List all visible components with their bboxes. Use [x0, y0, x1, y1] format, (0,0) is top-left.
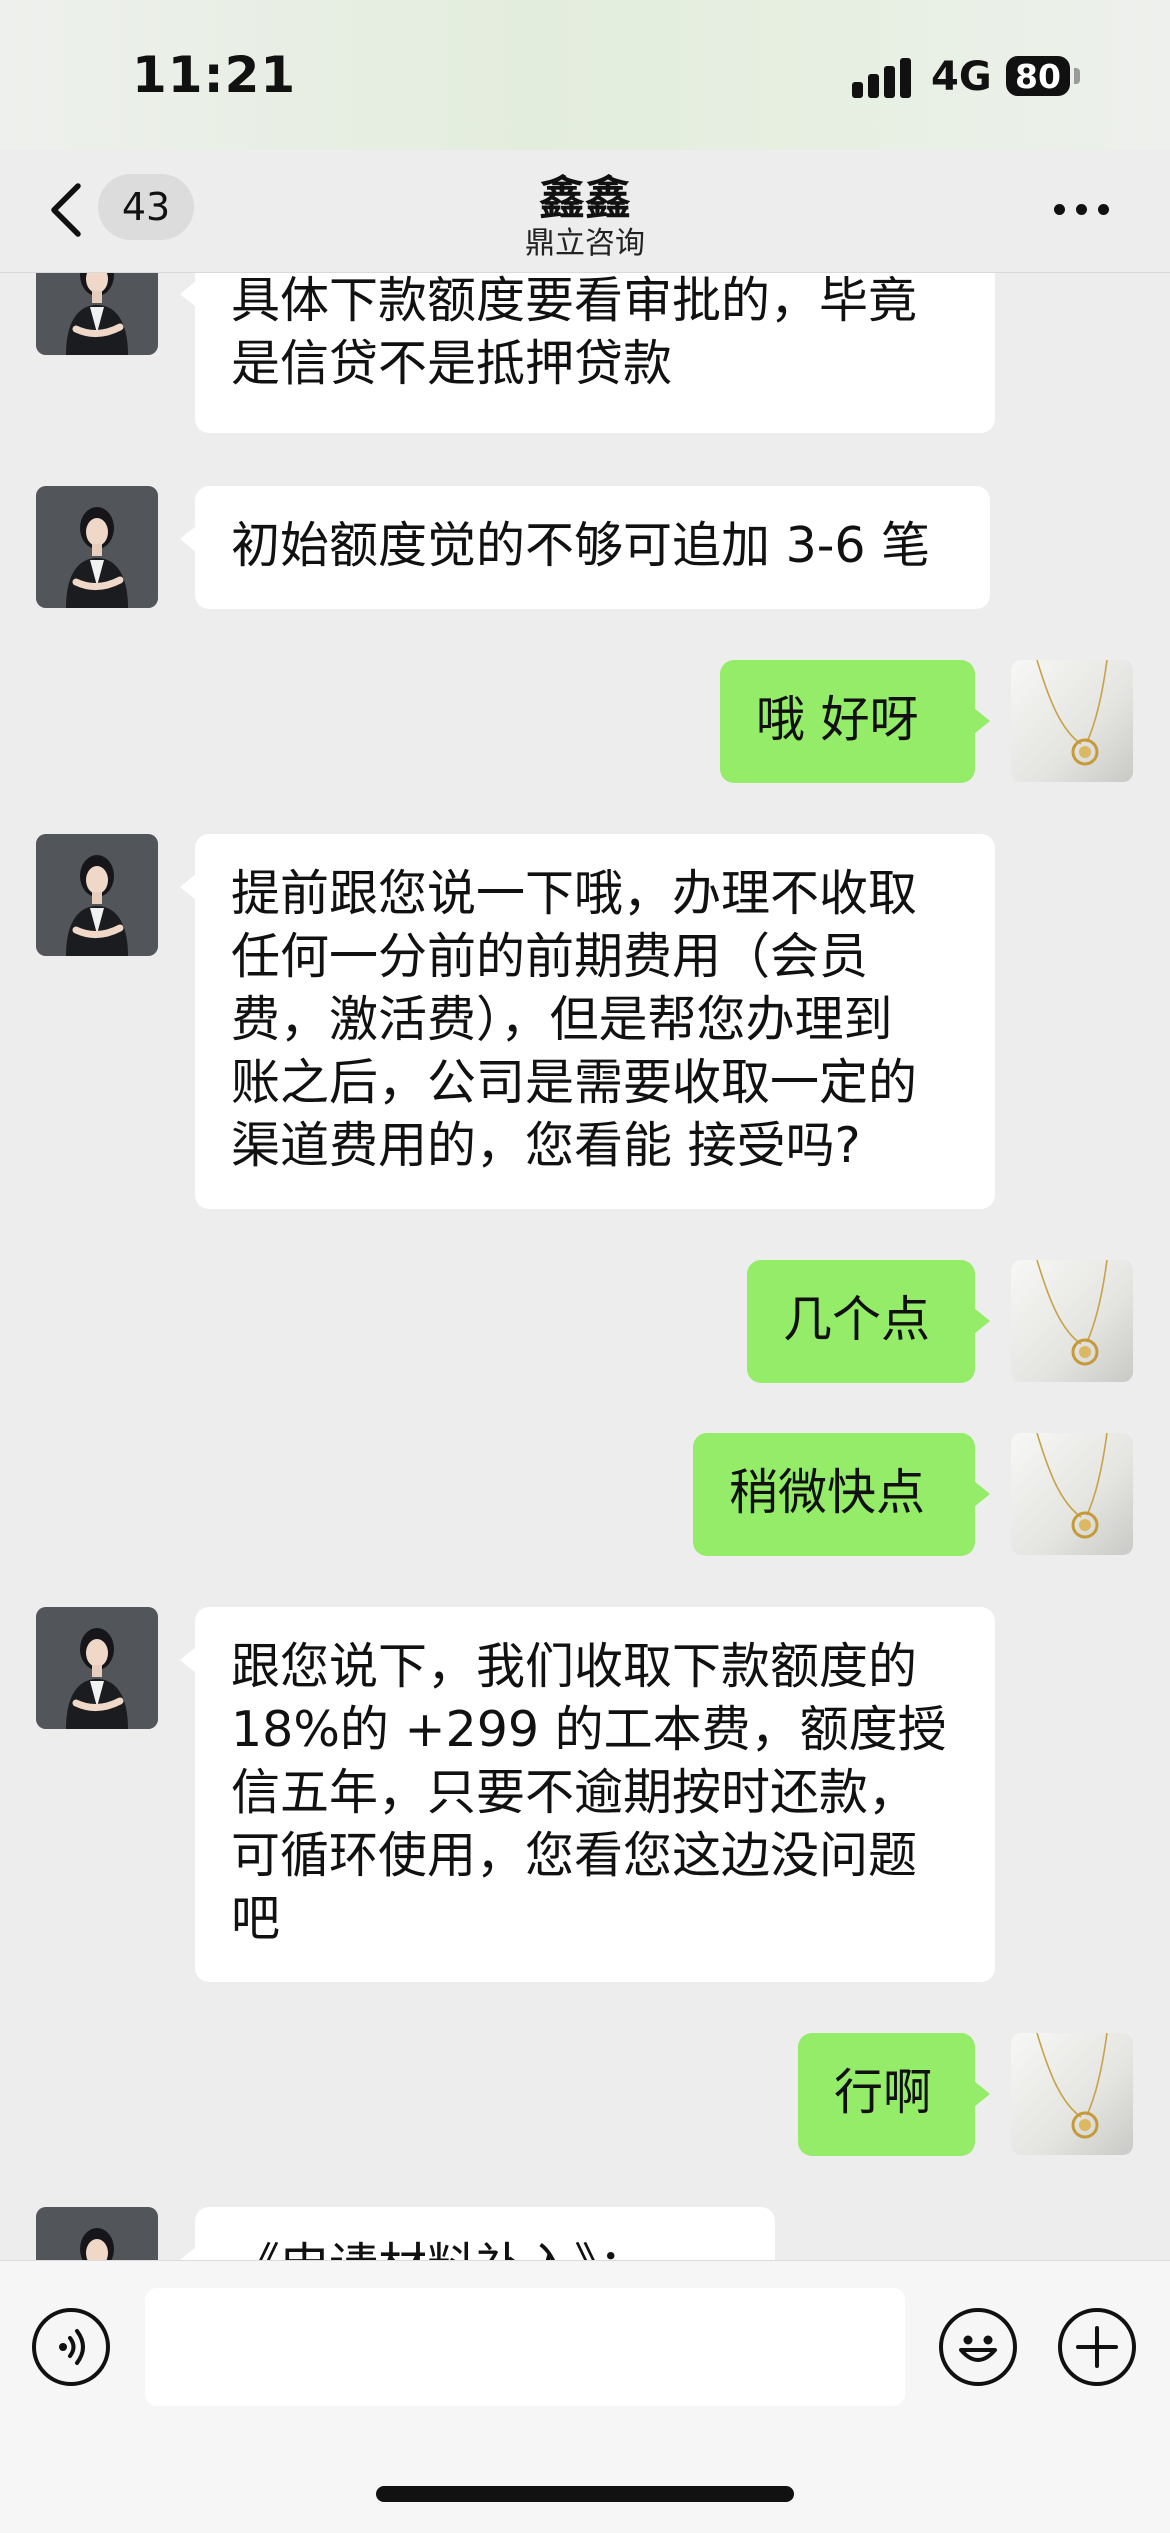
signal-icon — [852, 58, 918, 98]
contact-avatar[interactable] — [36, 486, 158, 608]
received-message[interactable]: 提前跟您说一下哦，办理不收取 任何一分前的前期费用（会员 费，激活费），但是帮您… — [180, 834, 995, 1209]
battery-level: 80 — [1015, 56, 1061, 96]
status-bar: 11:21 4G 80 — [0, 0, 1170, 150]
received-message[interactable]: 《申请材料补入》： — [180, 2207, 775, 2260]
sent-message[interactable]: 哦 好呀 — [720, 660, 990, 783]
sent-message[interactable]: 行啊 — [798, 2033, 990, 2156]
contact-avatar[interactable] — [36, 1607, 158, 1729]
network-type: 4G — [931, 54, 992, 100]
contact-avatar[interactable] — [36, 834, 158, 956]
chevron-left-icon[interactable] — [44, 180, 88, 240]
sent-message[interactable]: 稍微快点 — [693, 1433, 990, 1556]
battery-icon: 80 — [1006, 56, 1070, 96]
self-avatar[interactable] — [1011, 2033, 1133, 2155]
self-avatar[interactable] — [1011, 660, 1133, 782]
message-input[interactable] — [145, 2288, 905, 2406]
received-message[interactable]: 初始额度觉的不够可追加 3-6 笔 — [180, 486, 990, 609]
unread-count-badge[interactable]: 43 — [98, 174, 194, 240]
contact-avatar[interactable] — [36, 273, 158, 355]
more-dots-icon[interactable] — [1050, 196, 1130, 220]
received-message[interactable]: 跟您说下，我们收取下款额度的 18%的 +299 的工本费，额度授 信五年，只要… — [180, 1607, 995, 1982]
contact-avatar[interactable] — [36, 2207, 158, 2260]
home-indicator — [376, 2486, 794, 2502]
status-time: 11:21 — [132, 46, 297, 104]
message-list[interactable]: 具体下款额度要看审批的，毕竟 是信贷不是抵押贷款 初始额度觉的不够可追加 3-6… — [0, 273, 1170, 2260]
chat-subtitle: 鼎立咨询 — [525, 226, 645, 261]
received-message[interactable]: 具体下款额度要看审批的，毕竟 是信贷不是抵押贷款 — [180, 273, 995, 433]
sent-message[interactable]: 几个点 — [747, 1260, 990, 1383]
voice-icon[interactable] — [32, 2308, 110, 2386]
chat-header: 43 鑫鑫 鼎立咨询 — [0, 150, 1170, 273]
self-avatar[interactable] — [1011, 1260, 1133, 1382]
self-avatar[interactable] — [1011, 1433, 1133, 1555]
plus-icon[interactable] — [1058, 2308, 1136, 2386]
battery-tip — [1074, 68, 1080, 84]
emoji-icon[interactable] — [939, 2308, 1017, 2386]
